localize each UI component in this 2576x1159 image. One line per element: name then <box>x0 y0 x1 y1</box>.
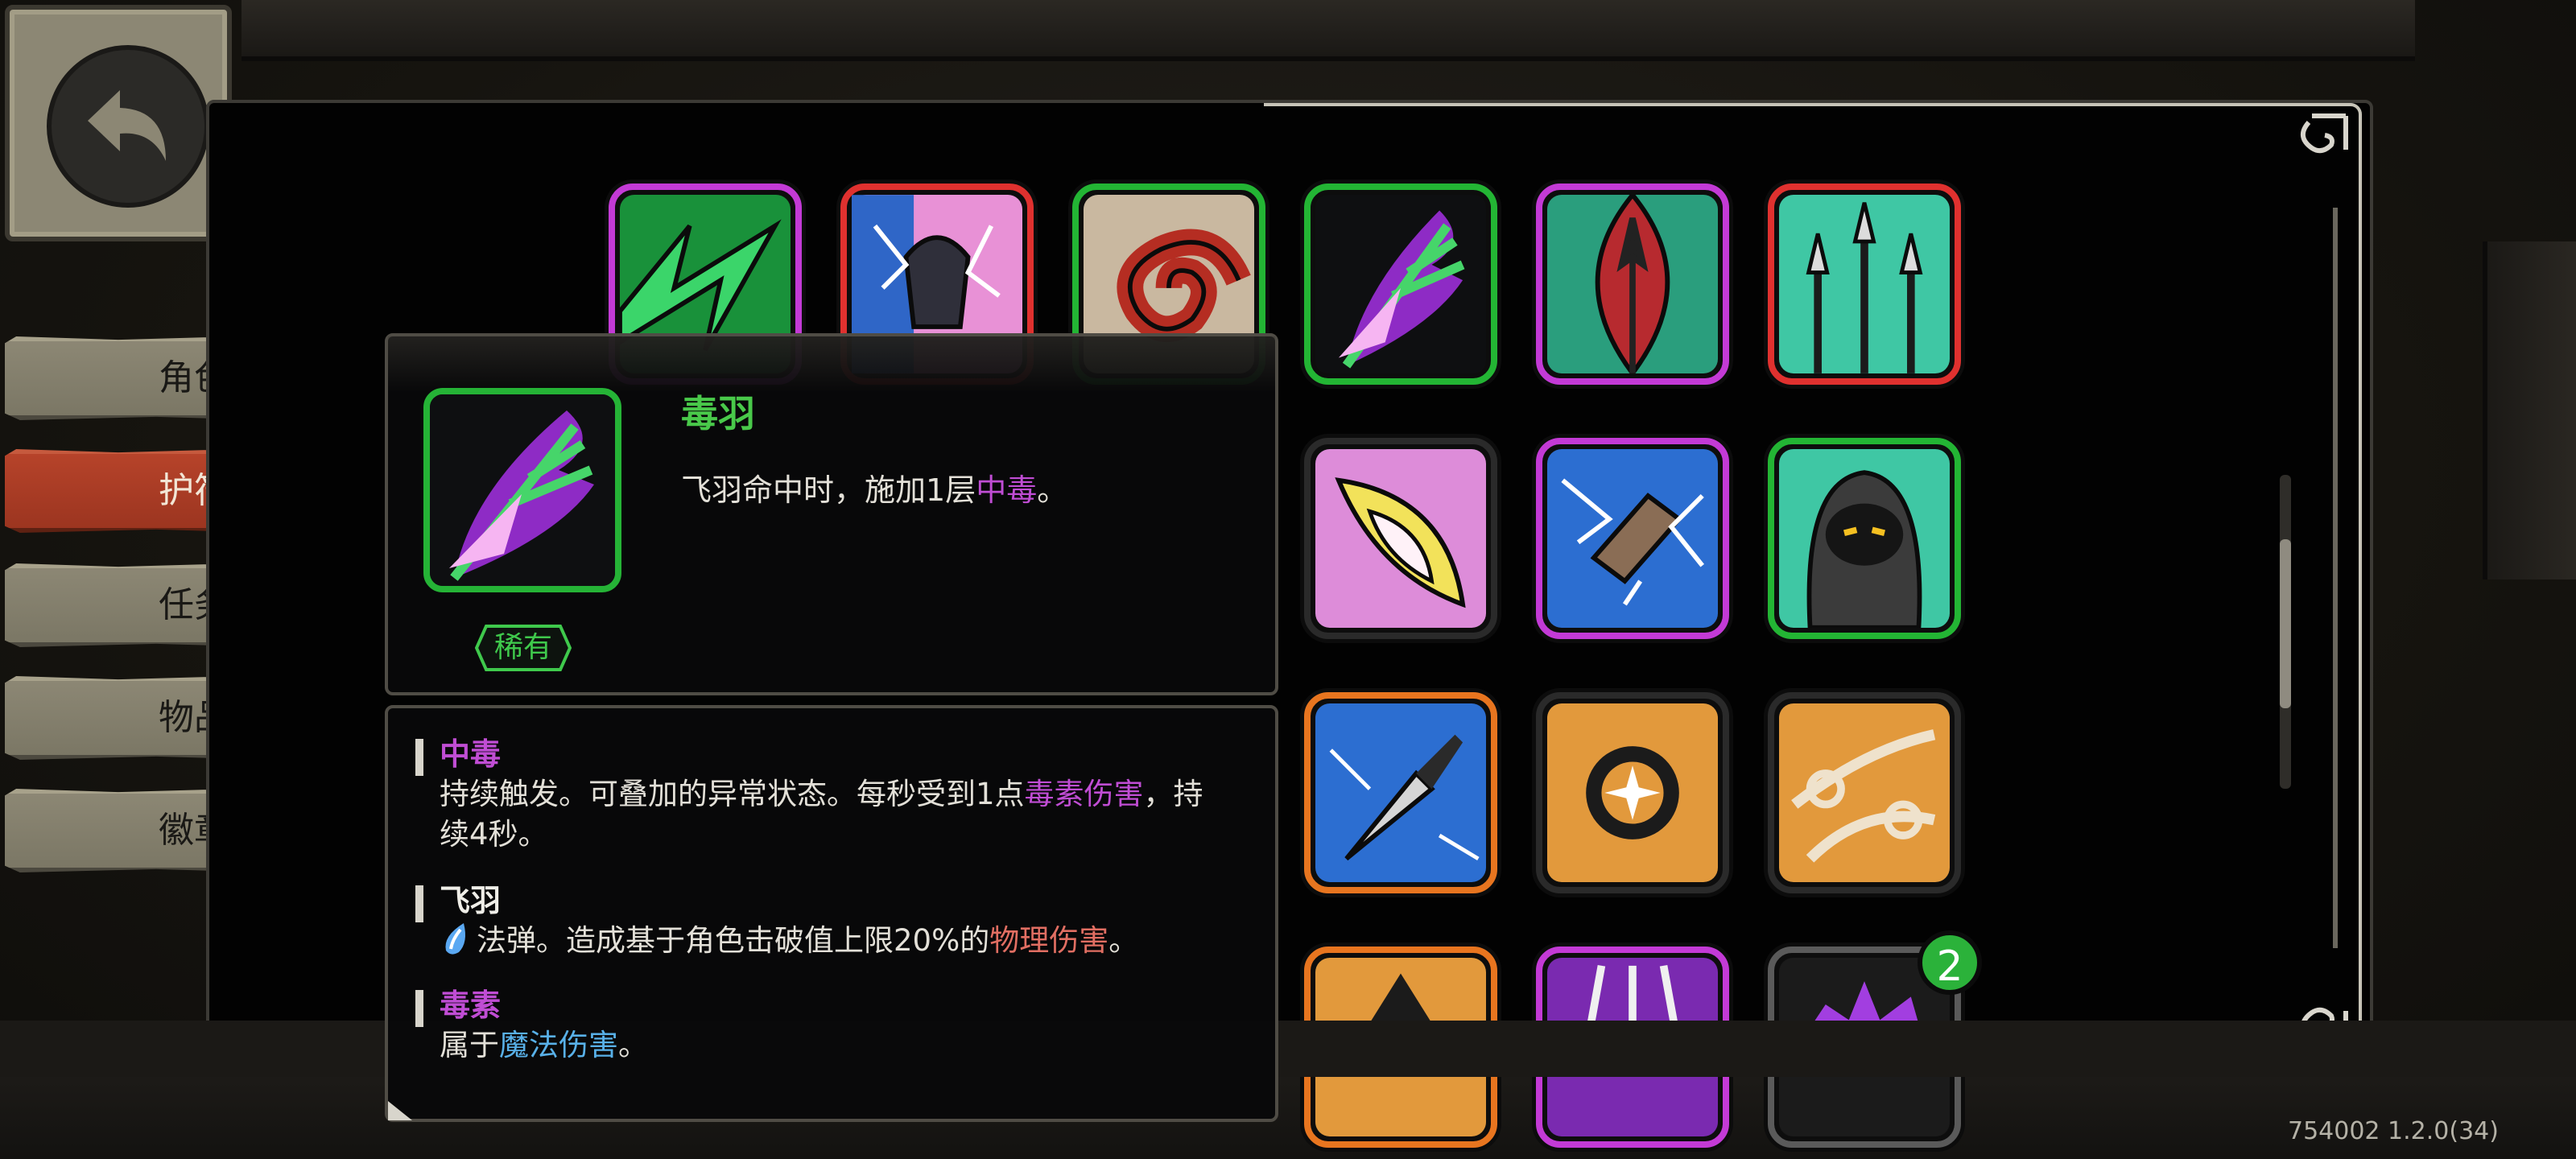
keyword-desc: 续4秒。 <box>440 817 548 852</box>
keyword-title: 飞羽 <box>440 883 502 918</box>
golden-wing-icon <box>1335 477 1466 608</box>
amulet-card[interactable] <box>1536 184 1729 385</box>
amulet-card[interactable] <box>1768 692 1961 893</box>
poison-feather-icon <box>1338 210 1465 369</box>
rarity-label: 稀有 <box>493 631 552 664</box>
physical-damage-keyword: 物理伤害 <box>989 923 1109 958</box>
orange-chain-icon <box>1791 729 1936 863</box>
keyword-desc: 属于魔法伤害。 <box>440 1028 648 1062</box>
desc-text: 。 <box>1037 472 1068 508</box>
keyword-desc: 持续触发。可叠加的异常状态。每秒受到1点毒素伤害，持 <box>440 777 1203 811</box>
poison-feather-icon <box>430 394 615 586</box>
amulet-count-badge: 2 <box>1918 930 1982 995</box>
red-spear-icon <box>1595 195 1670 373</box>
magic-damage-keyword: 魔法伤害 <box>499 1028 618 1062</box>
keyword-toxin: 毒素 属于魔法伤害。 <box>415 985 1245 1066</box>
amulet-title: 毒羽 <box>681 392 755 435</box>
triple-spears-icon <box>1806 202 1923 373</box>
amulet-card[interactable] <box>1304 184 1497 385</box>
version-label: 754002 1.2.0(34) <box>2288 1117 2499 1145</box>
amulet-card[interactable] <box>1536 692 1729 893</box>
keyword-desc: 法弹。造成基于角色击破值上限20%的物理伤害。 <box>440 921 1245 961</box>
keyword-glossary: 中毒 持续触发。可叠加的异常状态。每秒受到1点毒素伤害，持 续4秒。 飞羽 法弹… <box>385 705 1278 1122</box>
corner-ornament-icon <box>2301 113 2348 154</box>
panel-divider-line <box>2333 208 2338 948</box>
right-frame-decoration <box>2483 241 2576 580</box>
keyword-poison: 中毒 持续触发。可叠加的异常状态。每秒受到1点毒素伤害，持 续4秒。 <box>415 734 1245 855</box>
amulet-card[interactable] <box>1304 692 1497 893</box>
rarity-badge: 稀有 <box>475 623 572 673</box>
keyword-feather: 飞羽 法弹。造成基于角色击破值上限20%的物理伤害。 <box>415 881 1245 961</box>
amulet-card[interactable] <box>1304 438 1497 639</box>
scrollbar-thumb[interactable] <box>2280 539 2291 708</box>
back-arrow-icon <box>47 45 209 208</box>
amulet-card[interactable] <box>1768 438 1961 639</box>
orange-shuriken-icon <box>1586 746 1679 839</box>
desc-text: 飞羽命中时，施加1层 <box>681 472 976 508</box>
keyword-title: 中毒 <box>440 736 502 772</box>
amulet-card[interactable] <box>1536 438 1729 639</box>
poison-keyword: 中毒 <box>976 472 1038 508</box>
amulet-detail-tooltip: 稀有 毒羽 飞羽命中时，施加1层中毒。 <box>385 333 1278 695</box>
amulet-card[interactable] <box>1768 184 1961 385</box>
toxin-damage-keyword: 毒素伤害 <box>1024 777 1144 811</box>
top-frame <box>242 0 2415 61</box>
hooded-assassin-icon <box>1806 470 1922 628</box>
amulet-description: 飞羽命中时，施加1层中毒。 <box>681 465 1067 509</box>
lightning-crystal-icon <box>1561 478 1704 606</box>
corner-triangle-icon <box>388 1101 412 1120</box>
projectile-icon <box>445 923 465 955</box>
back-button[interactable] <box>5 5 232 241</box>
keyword-title: 毒素 <box>440 988 502 1023</box>
blue-dagger-icon <box>1329 734 1480 861</box>
amulet-detail-icon <box>423 388 621 592</box>
